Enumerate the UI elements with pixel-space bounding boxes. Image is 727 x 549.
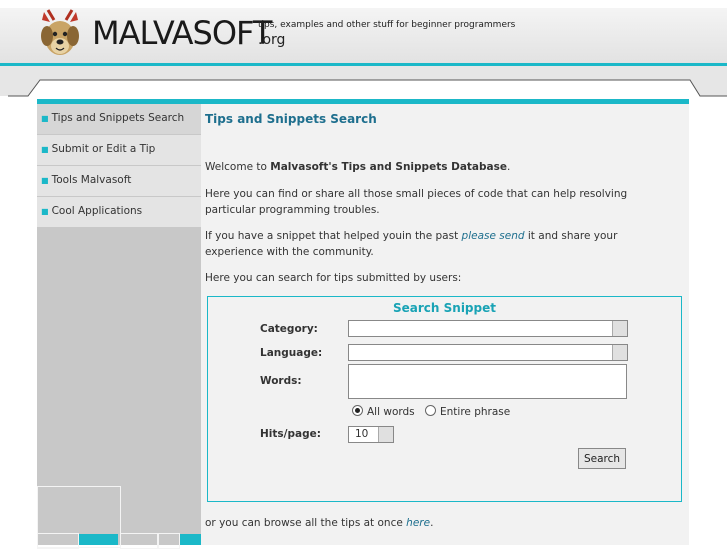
hits-per-page-select[interactable]: 10 (348, 426, 394, 443)
sidebar-item-tips-search[interactable]: ■ Tips and Snippets Search (37, 104, 201, 134)
dog-logo-icon[interactable] (36, 8, 84, 60)
radio-all-words[interactable]: All words (352, 405, 415, 418)
search-button[interactable]: Search (578, 448, 626, 469)
sidebar-decoration (120, 533, 158, 549)
radio-selected-icon[interactable] (352, 405, 363, 416)
category-select[interactable] (348, 320, 628, 337)
sidebar-item-label: Tools Malvasoft (51, 174, 132, 186)
search-form-title: Search Snippet (393, 301, 496, 315)
sidebar-item-tools[interactable]: ■ Tools Malvasoft (37, 166, 201, 196)
radio-unselected-icon[interactable] (425, 405, 436, 416)
sidebar-item-cool-apps[interactable]: ■ Cool Applications (37, 197, 201, 227)
sidebar-decoration (79, 534, 118, 545)
dropdown-arrow-icon[interactable] (612, 321, 627, 336)
sidebar-item-submit-tip[interactable]: ■ Submit or Edit a Tip (37, 135, 201, 165)
square-bullet-icon: ■ (41, 114, 49, 123)
site-logo-text[interactable]: MALVASOFT (92, 14, 272, 52)
radio-entire-phrase[interactable]: Entire phrase (425, 405, 510, 418)
header-wave (0, 66, 727, 97)
language-select[interactable] (348, 344, 628, 361)
browse-here-link[interactable]: here (406, 517, 430, 529)
site-tagline: tips, examples and other stuff for begin… (258, 20, 516, 30)
please-send-link[interactable]: please send (462, 230, 525, 242)
sidebar-decoration (158, 533, 180, 549)
category-label: Category: (260, 323, 318, 335)
browse-text: or you can browse all the tips at once h… (205, 517, 434, 529)
square-bullet-icon: ■ (41, 176, 49, 185)
sidebar-decoration (180, 534, 201, 545)
hits-per-page-label: Hits/page: (260, 428, 321, 440)
language-label: Language: (260, 347, 323, 359)
sidebar-item-label: Cool Applications (51, 205, 143, 217)
intro-text: Here you can find or share all those sma… (205, 188, 628, 216)
square-bullet-icon: ■ (41, 145, 49, 154)
page-title: Tips and Snippets Search (205, 112, 377, 126)
site-logo-suffix: .org (258, 32, 286, 48)
welcome-text: Welcome to Malvasoft's Tips and Snippets… (205, 161, 511, 173)
words-textarea[interactable] (348, 364, 627, 399)
sidebar-item-label: Tips and Snippets Search (51, 112, 185, 124)
main-content: Tips and Snippets Search Welcome to Malv… (201, 104, 689, 545)
square-bullet-icon: ■ (41, 207, 49, 216)
sidebar-decoration (37, 533, 79, 549)
dropdown-arrow-icon[interactable] (612, 345, 627, 360)
send-text: If you have a snippet that helped youin … (205, 230, 618, 258)
sidebar: ■ Tips and Snippets Search ■ Submit or Edi… (37, 104, 201, 549)
sidebar-item-label: Submit or Edit a Tip (51, 143, 156, 155)
words-label: Words: (260, 375, 302, 387)
dropdown-arrow-icon[interactable] (378, 427, 393, 442)
search-intro-text: Here you can search for tips submitted b… (205, 272, 462, 284)
site-header: MALVASOFT tips, examples and other stuff… (0, 0, 727, 100)
search-snippet-form: Search Snippet Category: Language: Words… (207, 296, 682, 502)
